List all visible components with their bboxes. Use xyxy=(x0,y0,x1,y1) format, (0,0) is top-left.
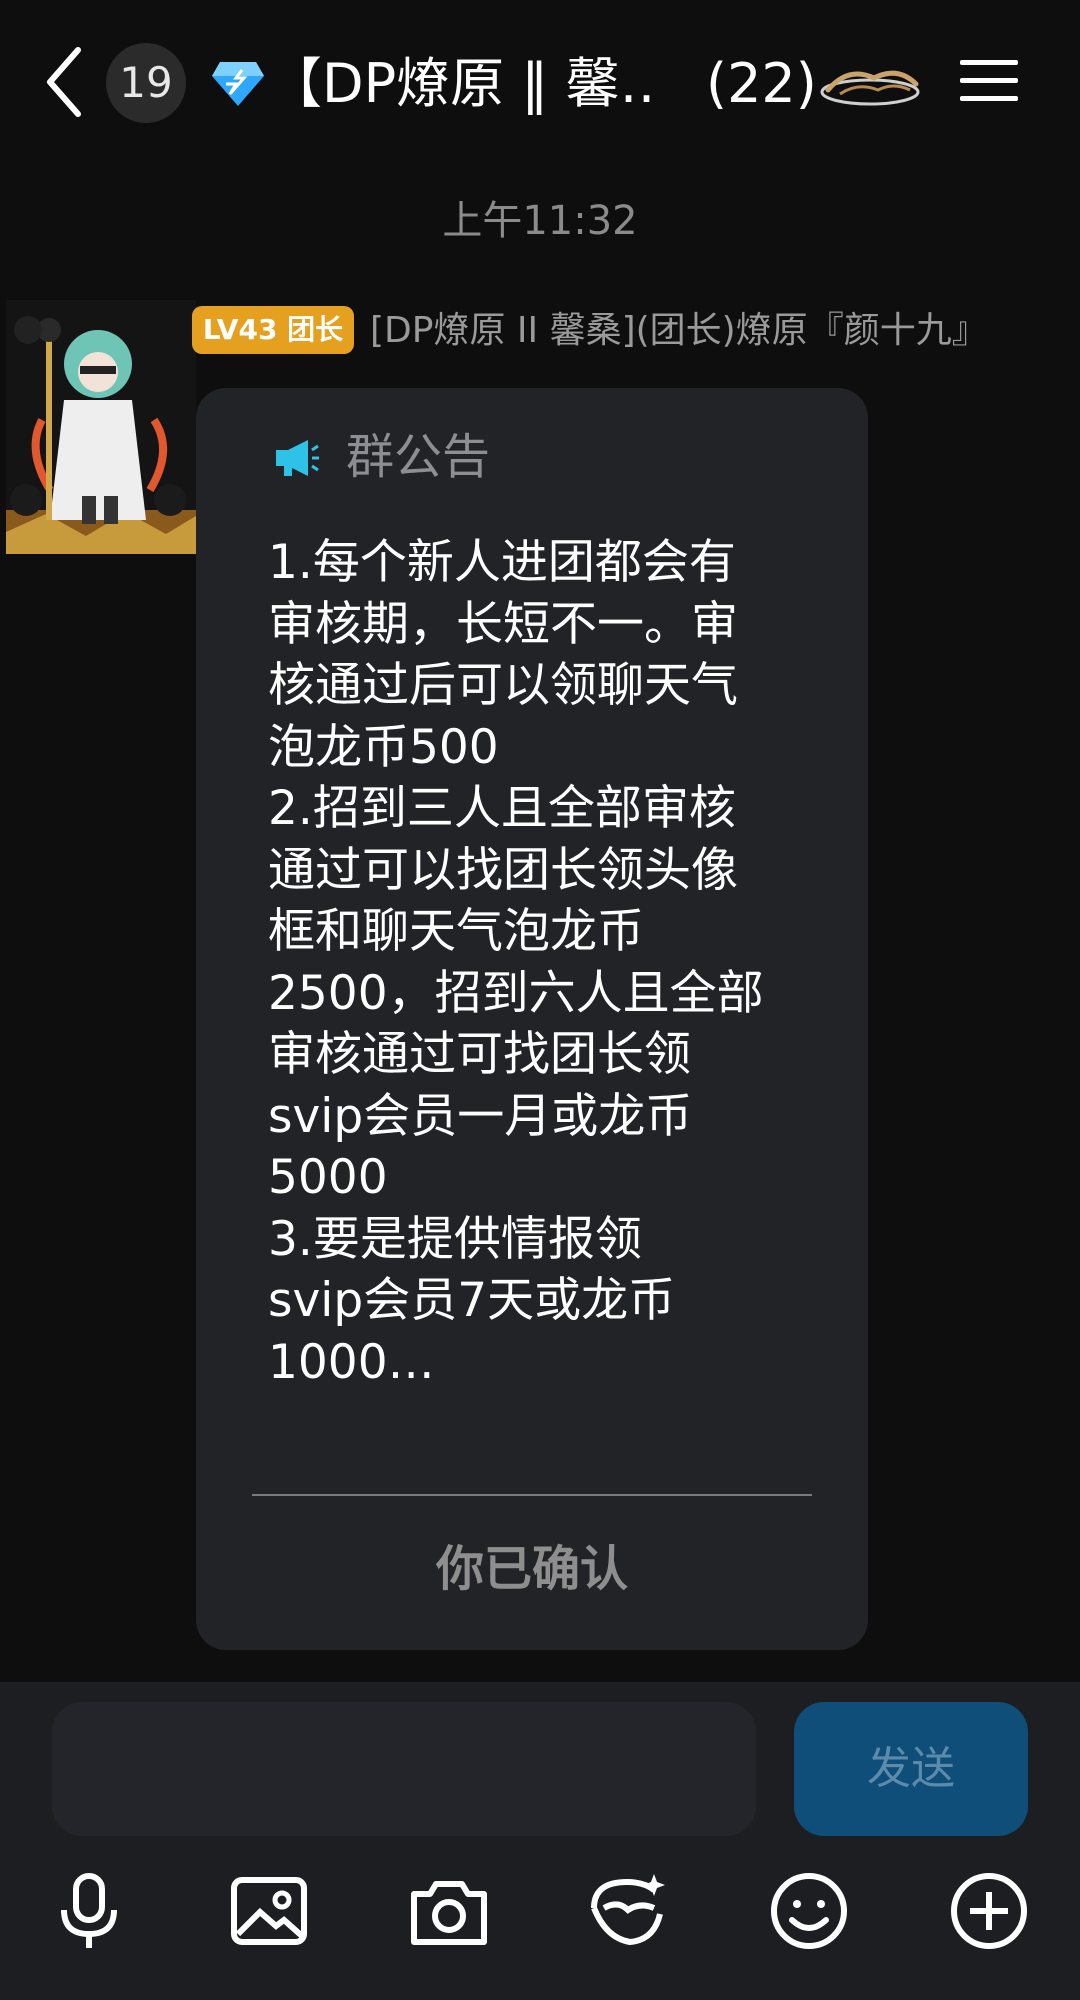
confirmed-button[interactable]: 你已确认 xyxy=(196,1528,868,1610)
diamond-icon xyxy=(210,58,266,108)
emoji-icon[interactable] xyxy=(766,1868,852,1954)
send-button[interactable]: 发送 xyxy=(794,1702,1028,1836)
group-title[interactable]: 【DP燎原 ‖ 馨… xyxy=(268,52,658,116)
divider xyxy=(252,1494,812,1496)
announcement-title: 群公告 xyxy=(346,429,491,485)
camera-icon[interactable] xyxy=(406,1868,492,1954)
sender-name[interactable]: [DP燎原 II 馨桑](团长)燎原『颜十九』 xyxy=(370,306,988,356)
member-count: (22) xyxy=(706,52,817,115)
level-badge: LV43 团长 xyxy=(192,306,354,354)
megaphone-icon xyxy=(272,436,320,480)
back-arrow-icon[interactable] xyxy=(40,42,90,122)
sender-avatar[interactable] xyxy=(6,300,196,554)
menu-icon[interactable] xyxy=(958,56,1022,106)
unread-count-badge[interactable]: 19 xyxy=(106,43,186,123)
message-timestamp: 上午11:32 xyxy=(442,198,638,244)
chat-header: 19 【DP燎原 ‖ 馨… (22) xyxy=(0,0,1080,170)
announcement-card[interactable]: 群公告 1.每个新人进团都会有 审核期，长短不一。审 核通过后可以领聊天气 泡龙… xyxy=(196,388,868,1650)
composer-bar: 发送 xyxy=(0,1682,1080,2000)
image-icon[interactable] xyxy=(226,1868,312,1954)
microphone-icon[interactable] xyxy=(46,1868,132,1954)
announcement-body: 1.每个新人进团都会有 审核期，长短不一。审 核通过后可以领聊天气 泡龙币500… xyxy=(268,535,764,1390)
plus-icon[interactable] xyxy=(946,1868,1032,1954)
avatar-mask-icon[interactable] xyxy=(584,1868,670,1954)
message-input[interactable] xyxy=(52,1702,756,1836)
destiny-logo xyxy=(818,60,922,110)
